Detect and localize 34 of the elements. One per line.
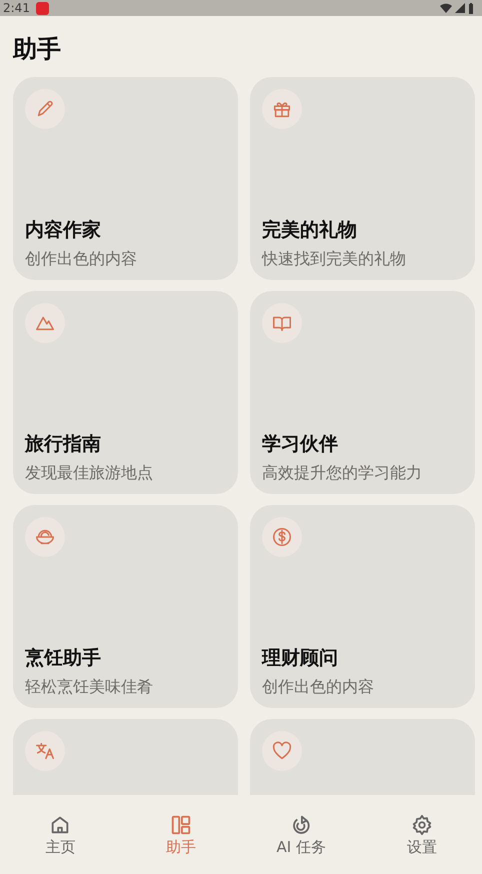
- heart-icon: [271, 740, 293, 762]
- card-subtitle: 创作出色的内容: [262, 677, 375, 698]
- battery-icon: [468, 2, 474, 14]
- target-icon: [290, 814, 312, 836]
- signal-icon: [455, 3, 465, 13]
- card-subtitle: 发现最佳旅游地点: [25, 463, 154, 484]
- assistant-card[interactable]: 内容作家 创作出色的内容: [13, 77, 238, 280]
- card-title: 内容作家: [25, 218, 102, 243]
- card-title: 旅行指南: [25, 432, 102, 457]
- card-subtitle: 快速找到完美的礼物: [262, 249, 407, 270]
- translate-icon: [34, 740, 56, 762]
- panels-icon: [170, 814, 192, 836]
- nav-tab[interactable]: 设置: [362, 795, 482, 874]
- card-title: 学习伙伴: [262, 432, 339, 457]
- card-title: 理财顾问: [262, 646, 339, 671]
- card-title: 烹饪助手: [25, 646, 102, 671]
- card-subtitle: 轻松烹饪美味佳肴: [25, 677, 154, 698]
- card-subtitle: 高效提升您的学习能力: [262, 463, 423, 484]
- nav-tab[interactable]: AI 任务: [241, 795, 362, 874]
- dollar-icon: [271, 526, 293, 548]
- nav-tab[interactable]: 主页: [0, 795, 120, 874]
- home-icon: [49, 814, 72, 836]
- settings-icon: [410, 814, 433, 836]
- card-title: 完美的礼物: [262, 218, 358, 243]
- assistant-card[interactable]: 完美的礼物 快速找到完美的礼物: [250, 77, 475, 280]
- wifi-icon: [440, 3, 452, 13]
- card-subtitle: 创作出色的内容: [25, 249, 138, 270]
- assistant-card[interactable]: 旅行指南 发现最佳旅游地点: [13, 291, 238, 494]
- assistant-card[interactable]: 学习伙伴 高效提升您的学习能力: [250, 291, 475, 494]
- notification-icon: [36, 2, 49, 14]
- assistant-card[interactable]: 烹饪助手 轻松烹饪美味佳肴: [13, 505, 238, 708]
- page-title: 助手: [13, 34, 62, 65]
- status-time: 2:41: [3, 1, 30, 15]
- assistant-card[interactable]: 理财顾问 创作出色的内容: [250, 505, 475, 708]
